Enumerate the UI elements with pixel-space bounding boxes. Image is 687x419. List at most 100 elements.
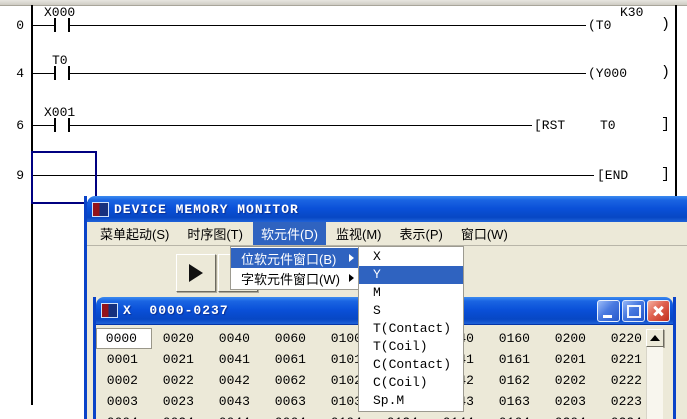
- device-menu-item-0[interactable]: 位软元件窗口(B): [231, 248, 359, 268]
- ladder-left-rail: [31, 5, 33, 405]
- submenu-item-sp-m[interactable]: Sp.M: [359, 392, 463, 410]
- grid-cell[interactable]: 0163: [488, 391, 544, 412]
- grid-cell[interactable]: 0003: [96, 391, 152, 412]
- coil-symbol[interactable]: (T0: [588, 18, 611, 33]
- grid-cell[interactable]: 0202: [544, 370, 600, 391]
- start-monitor-button[interactable]: [176, 254, 216, 292]
- grid-cell[interactable]: 0162: [488, 370, 544, 391]
- device-menu: 位软元件窗口(B) 字软元件窗口(W): [230, 246, 360, 290]
- coil-close: ): [661, 64, 671, 81]
- rung-line: [33, 25, 54, 26]
- grid-cell[interactable]: 0144: [432, 412, 488, 419]
- grid-cell[interactable]: 0022: [152, 370, 208, 391]
- grid-cell[interactable]: 0041: [208, 349, 264, 370]
- grid-cell[interactable]: 0044: [208, 412, 264, 419]
- menubar-item-2[interactable]: 软元件(D): [252, 222, 326, 245]
- grid-cell[interactable]: 0002: [96, 370, 152, 391]
- constant-label: K30: [620, 5, 644, 20]
- grid-cell[interactable]: 0042: [208, 370, 264, 391]
- coil-close: ): [661, 16, 671, 33]
- grid-cell[interactable]: 0064: [264, 412, 320, 419]
- grid-cell[interactable]: 0061: [264, 349, 320, 370]
- grid-cell[interactable]: 0023: [152, 391, 208, 412]
- grid-cell[interactable]: 0201: [544, 349, 600, 370]
- rung-line: [33, 125, 54, 126]
- grid-cell[interactable]: 0204: [544, 412, 600, 419]
- contact-label: X000: [44, 5, 76, 20]
- monitor-app-icon: [92, 201, 109, 217]
- grid-cell[interactable]: 0104: [320, 412, 376, 419]
- minimize-button[interactable]: [597, 299, 620, 322]
- grid-cell[interactable]: 0043: [208, 391, 264, 412]
- grid-cell[interactable]: 0040: [208, 328, 264, 349]
- monitor-title-bar[interactable]: DEVICE MEMORY MONITOR: [87, 196, 687, 222]
- play-icon: [189, 264, 203, 282]
- menubar-item-1[interactable]: 时序图(T): [179, 222, 251, 245]
- grid-cell[interactable]: 0062: [264, 370, 320, 391]
- menubar-item-4[interactable]: 表示(P): [392, 222, 451, 245]
- grid-cell[interactable]: 0001: [96, 349, 152, 370]
- scroll-up-button[interactable]: [646, 329, 664, 347]
- instruction-close: ]: [661, 166, 671, 183]
- contact-label: X001: [44, 105, 76, 120]
- arrow-up-icon: [650, 335, 660, 341]
- scrollbar-track[interactable]: [646, 347, 663, 419]
- rung-line: [33, 175, 594, 176]
- rung-step-number: 9: [16, 168, 24, 183]
- submenu-item-x[interactable]: X: [359, 248, 463, 266]
- grid-cell[interactable]: 0161: [488, 349, 544, 370]
- menu-bar: 菜单起动(S) 时序图(T) 软元件(D) 监视(M) 表示(P) 窗口(W): [87, 222, 687, 246]
- grid-cell[interactable]: 0063: [264, 391, 320, 412]
- grid-cell[interactable]: 0021: [152, 349, 208, 370]
- menu-item-label: 字软元件窗口(W): [241, 271, 340, 287]
- coil-symbol[interactable]: (Y000: [588, 66, 627, 81]
- menu-item-label: 位软元件窗口(B): [241, 251, 337, 267]
- submenu-item-s[interactable]: S: [359, 302, 463, 320]
- grid-cell[interactable]: 0203: [544, 391, 600, 412]
- submenu-item-t-contact[interactable]: T(Contact): [359, 320, 463, 338]
- device-x-app-icon: [101, 303, 118, 318]
- window-controls: [597, 299, 673, 322]
- submenu-arrow-icon: [349, 274, 354, 282]
- maximize-button[interactable]: [622, 299, 645, 322]
- grid-cell[interactable]: 0004: [96, 412, 152, 419]
- rung-line: [68, 73, 586, 74]
- contact-label: T0: [52, 53, 68, 68]
- close-icon: [648, 301, 669, 321]
- menubar-item-5[interactable]: 窗口(W): [453, 222, 516, 245]
- rung-step-number: 4: [16, 66, 24, 81]
- ladder-right-rail: [675, 5, 677, 196]
- grid-cell[interactable]: 0164: [488, 412, 544, 419]
- rung-step-number: 0: [16, 18, 24, 33]
- instruction-close: ]: [661, 116, 671, 133]
- vertical-scrollbar[interactable]: [646, 329, 664, 419]
- device-menu-item-1[interactable]: 字软元件窗口(W): [231, 268, 359, 288]
- submenu-item-c-contact[interactable]: C(Contact): [359, 356, 463, 374]
- submenu-item-t-coil[interactable]: T(Coil): [359, 338, 463, 356]
- instruction-text[interactable]: [RST: [534, 118, 565, 133]
- top-edge: [0, 0, 687, 6]
- submenu-item-y[interactable]: Y: [359, 266, 463, 284]
- grid-cell[interactable]: 0200: [544, 328, 600, 349]
- submenu-item-m[interactable]: M: [359, 284, 463, 302]
- rung-line: [33, 73, 54, 74]
- monitor-window-title: DEVICE MEMORY MONITOR: [114, 201, 299, 217]
- grid-cell[interactable]: 0024: [152, 412, 208, 419]
- grid-cell[interactable]: 0000: [96, 328, 152, 349]
- screen: 0 X000 K30 (T0 ) 4 T0 (Y000 ) 6 X001 [RS…: [0, 0, 687, 419]
- grid-cell[interactable]: 0160: [488, 328, 544, 349]
- submenu-item-c-coil[interactable]: C(Coil): [359, 374, 463, 392]
- grid-cell[interactable]: 0124: [376, 412, 432, 419]
- grid-cell[interactable]: 0020: [152, 328, 208, 349]
- instruction-operand: T0: [600, 118, 616, 133]
- rung-line: [68, 125, 532, 126]
- menubar-item-3[interactable]: 监视(M): [328, 222, 390, 245]
- grid-cell[interactable]: 0060: [264, 328, 320, 349]
- device-x-window-title: X 0000-0237: [123, 303, 229, 318]
- rung-line: [68, 25, 586, 26]
- rung-step-number: 6: [16, 118, 24, 133]
- minimize-icon: [603, 314, 612, 318]
- menubar-item-0[interactable]: 菜单起动(S): [92, 222, 177, 245]
- close-button[interactable]: [647, 299, 670, 322]
- end-instruction[interactable]: [END: [597, 168, 628, 183]
